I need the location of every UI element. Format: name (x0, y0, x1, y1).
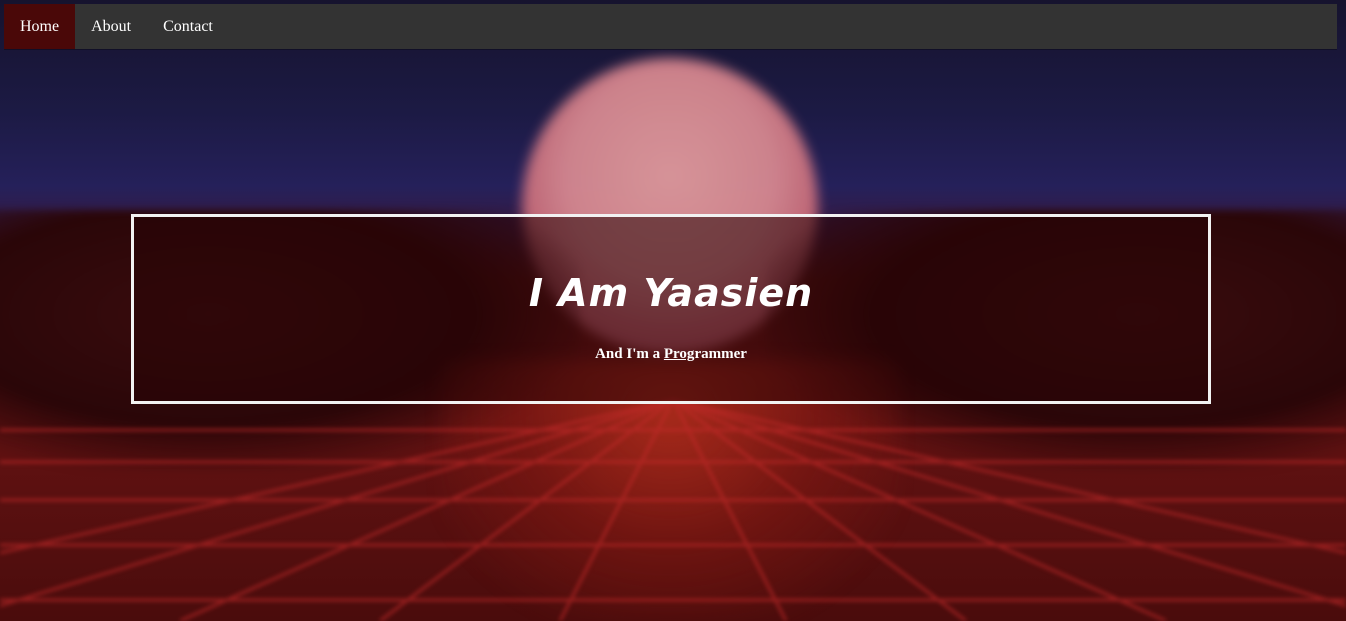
hero-title: I Am Yaasien (528, 271, 814, 315)
page: Home About Contact I Am Yaasien And I'm … (0, 0, 1346, 621)
hero-subtitle: And I'm a Programmer (134, 346, 1208, 363)
nav-contact-link[interactable]: Contact (147, 4, 229, 49)
nav-home-link[interactable]: Home (4, 4, 76, 49)
hero-subtitle-prefix: And I'm a (595, 346, 664, 362)
hero-subtitle-typed-text: Prog (663, 346, 695, 362)
nav-about-link[interactable]: About (75, 4, 147, 49)
hero-subtitle-rest: rammer (694, 346, 747, 362)
top-navbar: Home About Contact (4, 4, 1337, 49)
hero-box: I Am Yaasien And I'm a Programmer (131, 214, 1211, 404)
